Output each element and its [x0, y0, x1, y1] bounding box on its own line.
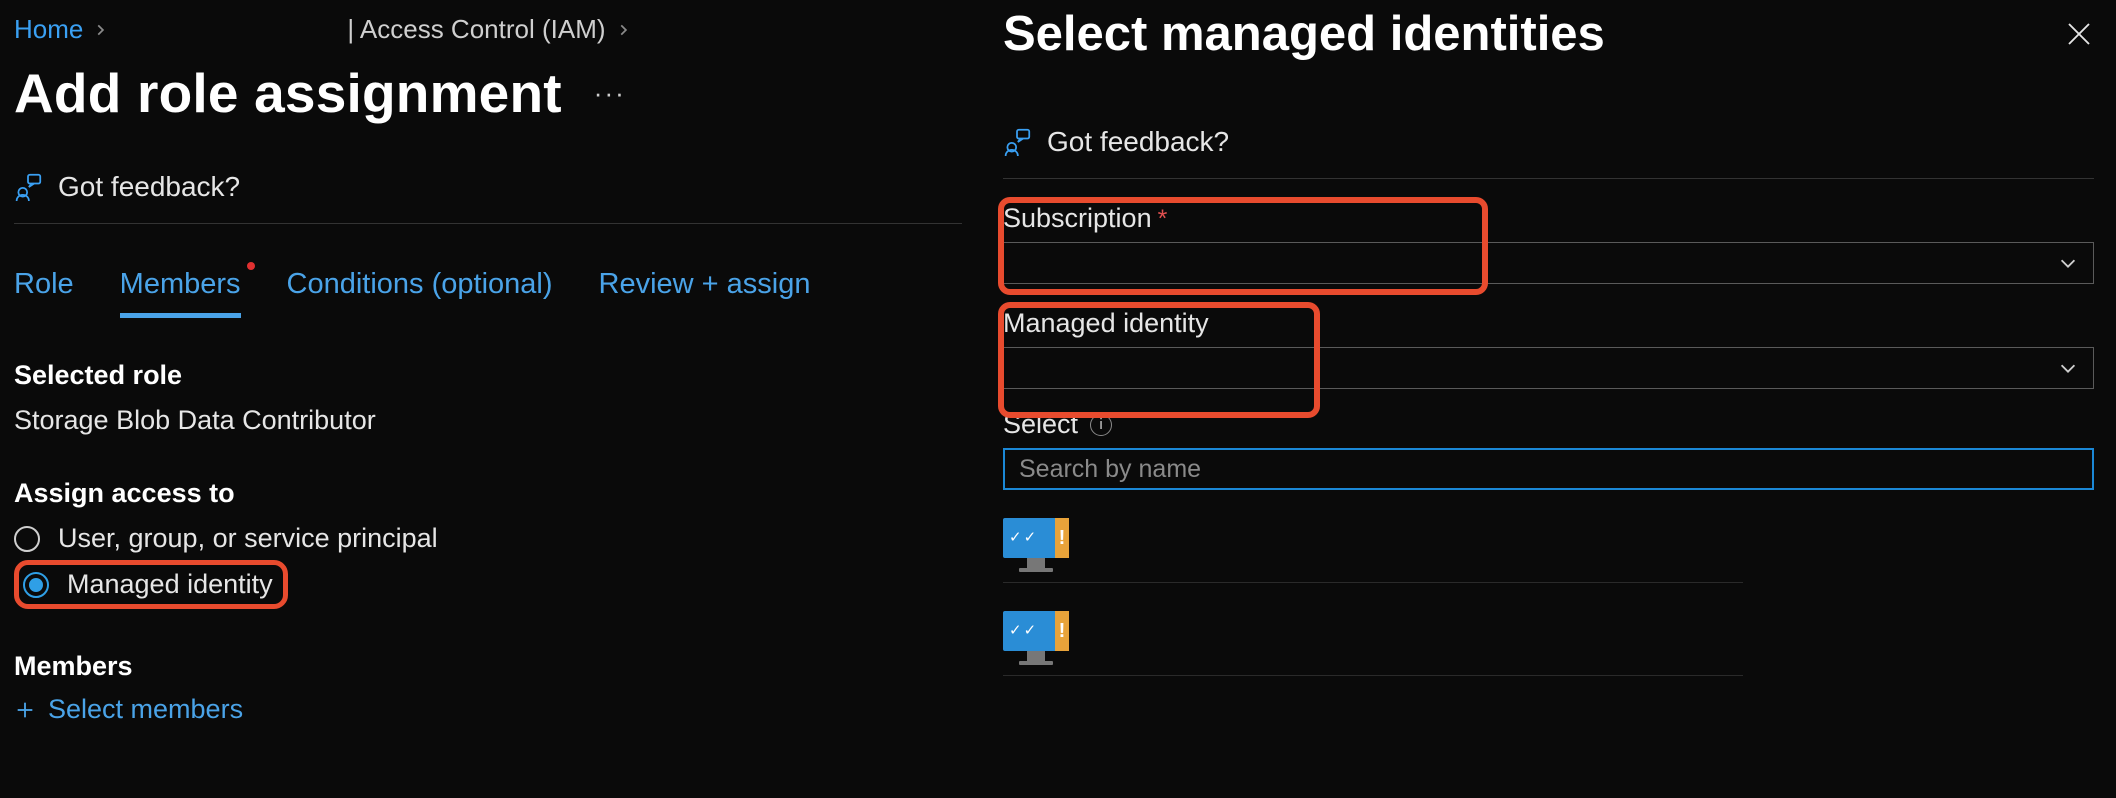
identity-result-row[interactable]: ✓✓ !	[1003, 518, 1743, 583]
tabs: Role Members Conditions (optional) Revie…	[14, 268, 966, 318]
breadcrumb-iam[interactable]: | Access Control (IAM)	[347, 14, 605, 45]
feedback-link[interactable]: Got feedback?	[14, 171, 962, 224]
subscription-dropdown[interactable]	[1003, 242, 2094, 284]
required-indicator: *	[1158, 205, 1168, 233]
radio-icon	[23, 572, 49, 598]
subscription-label: Subscription	[1003, 203, 1152, 234]
tab-conditions[interactable]: Conditions (optional)	[287, 268, 553, 318]
vm-identity-icon: ✓✓ !	[1003, 611, 1069, 665]
assign-access-label: Assign access to	[14, 478, 966, 509]
select-members-label: Select members	[48, 694, 243, 725]
tab-members[interactable]: Members	[120, 268, 241, 318]
panel-feedback-label: Got feedback?	[1047, 126, 1229, 158]
radio-managed-identity[interactable]: Managed identity	[23, 569, 273, 600]
select-members-link[interactable]: Select members	[14, 694, 966, 725]
tab-role[interactable]: Role	[14, 268, 74, 318]
radio-managed-label: Managed identity	[67, 569, 273, 600]
more-actions-button[interactable]: ···	[586, 76, 634, 111]
selected-role-value: Storage Blob Data Contributor	[14, 405, 966, 436]
unsaved-indicator-icon	[247, 262, 255, 270]
vm-identity-icon: ✓✓ !	[1003, 518, 1069, 572]
person-feedback-icon	[14, 173, 42, 201]
chevron-down-icon	[2057, 357, 2079, 379]
radio-icon	[14, 526, 40, 552]
chevron-right-icon	[93, 23, 107, 37]
person-feedback-icon	[1003, 128, 1031, 156]
breadcrumb-home[interactable]: Home	[14, 14, 83, 45]
select-label: Select	[1003, 409, 1078, 440]
members-label: Members	[14, 651, 966, 682]
identity-result-row[interactable]: ✓✓ !	[1003, 611, 1743, 676]
tab-members-label: Members	[120, 268, 241, 300]
tab-review[interactable]: Review + assign	[599, 268, 811, 318]
selected-role-label: Selected role	[14, 360, 966, 391]
breadcrumb: Home | Access Control (IAM)	[14, 10, 966, 55]
panel-feedback-link[interactable]: Got feedback?	[1003, 126, 2094, 179]
plus-icon	[14, 699, 36, 721]
panel-title: Select managed identities	[1003, 6, 1605, 62]
close-button[interactable]	[2064, 19, 2094, 49]
feedback-label: Got feedback?	[58, 171, 240, 203]
radio-user-label: User, group, or service principal	[58, 523, 438, 554]
chevron-down-icon	[2057, 252, 2079, 274]
search-input[interactable]	[1003, 448, 2094, 490]
chevron-right-icon	[616, 23, 630, 37]
radio-user-group-sp[interactable]: User, group, or service principal	[14, 523, 966, 554]
info-icon[interactable]: i	[1090, 414, 1112, 436]
managed-identity-label: Managed identity	[1003, 308, 1209, 339]
managed-identity-dropdown[interactable]	[1003, 347, 2094, 389]
page-title: Add role assignment	[14, 61, 562, 125]
